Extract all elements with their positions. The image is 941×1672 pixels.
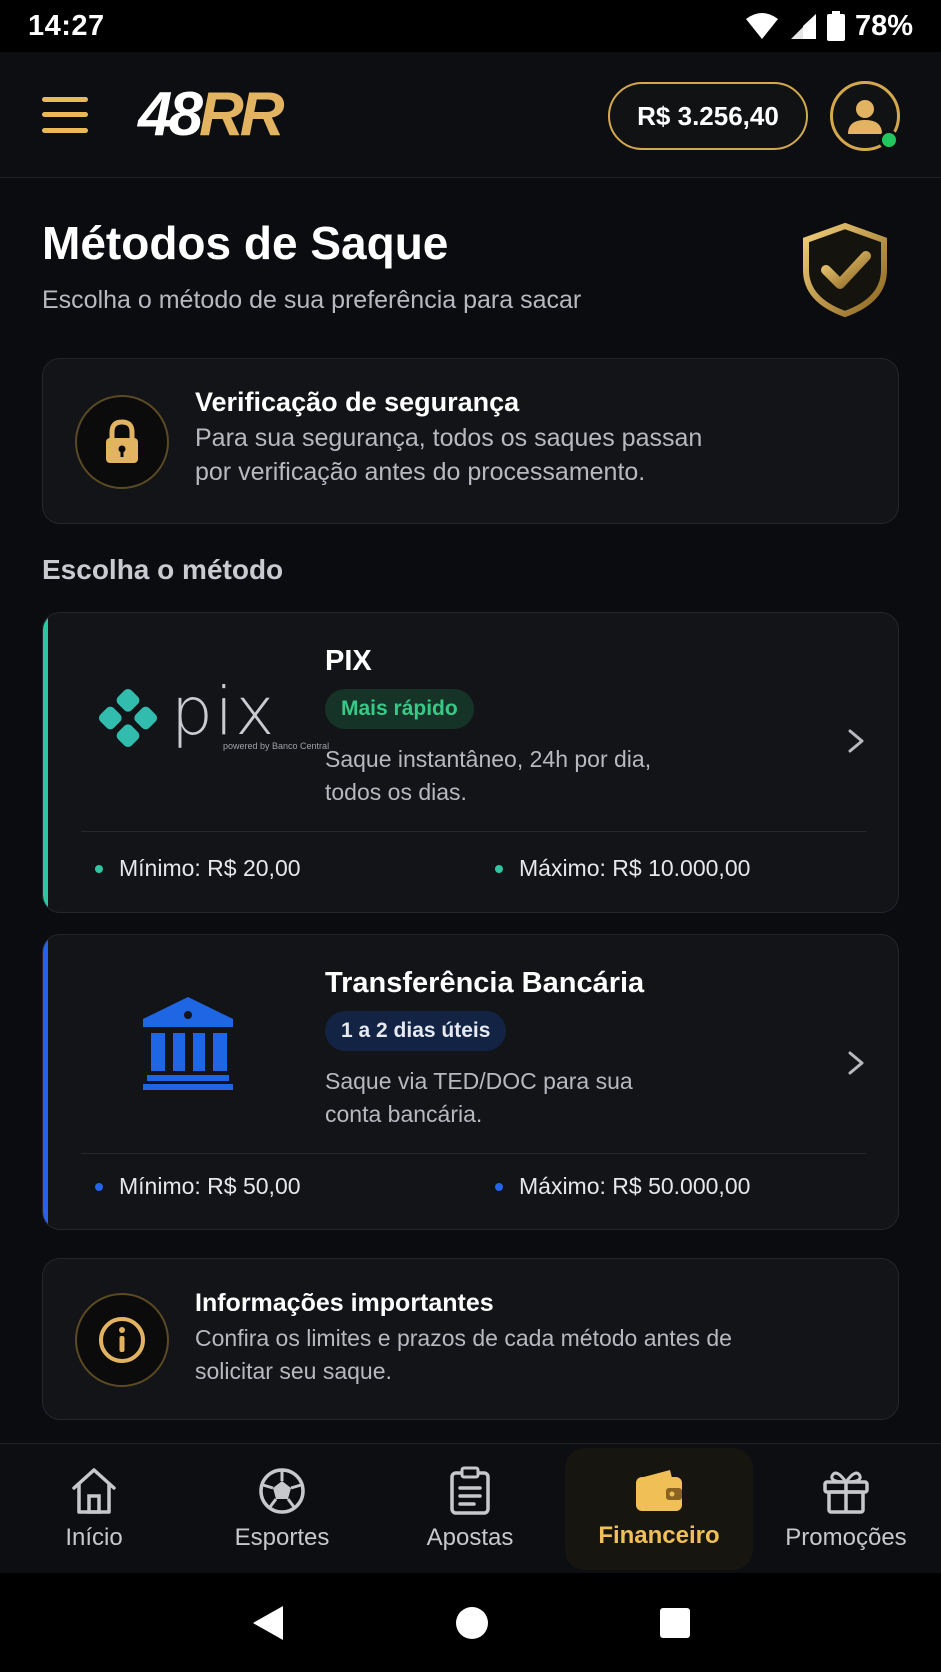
pix-accent-stripe <box>43 613 48 912</box>
app-logo[interactable]: 48RR <box>138 79 285 150</box>
bank-max-limit: Máximo: R$ 50.000,00 <box>495 1173 750 1200</box>
info-icon-badge <box>75 1293 169 1387</box>
avatar[interactable] <box>830 81 900 151</box>
pix-min-limit: Mínimo: R$ 20,00 <box>95 855 301 882</box>
bank-description: Saque via TED/DOC para sua conta bancári… <box>325 1065 685 1131</box>
section-label-methods: Escolha o método <box>42 554 284 585</box>
bank-building-icon <box>143 997 233 1090</box>
bank-badge: 1 a 2 dias úteis <box>325 1011 507 1051</box>
pix-logo-text: pix <box>171 673 277 750</box>
info-icon <box>99 1317 145 1363</box>
pix-desc-line-1: Saque instantâneo, 24h por dia, <box>325 746 652 772</box>
pix-diamond-icon <box>98 688 158 748</box>
page-title: Métodos de Saque <box>42 217 449 269</box>
wallet-icon <box>636 1470 682 1511</box>
pix-divider <box>81 831 866 832</box>
important-info-card: Informações importantes Confira os limit… <box>42 1258 899 1420</box>
nav-item-financeiro[interactable]: Financeiro <box>565 1448 753 1570</box>
method-card-pix[interactable]: pix powered by Banco Central PIX Mais rá… <box>42 612 899 913</box>
pix-min-text: Mínimo: R$ 20,00 <box>119 855 301 881</box>
menu-icon[interactable] <box>42 96 88 133</box>
nav-item-promocoes[interactable]: Promoções <box>752 1444 940 1574</box>
bottom-navigation: Início Esportes Apostas Financeiro Promo… <box>0 1443 941 1573</box>
pix-logo-caption: powered by Banco Central <box>223 741 330 751</box>
bank-desc-line-1: Saque via TED/DOC para sua <box>325 1068 633 1094</box>
gift-icon <box>823 1471 869 1514</box>
chevron-right-icon[interactable] <box>844 723 868 759</box>
bank-max-bullet <box>495 1182 503 1191</box>
recents-square-icon[interactable] <box>659 1607 691 1639</box>
clipboard-icon <box>450 1466 490 1515</box>
bank-min-limit: Mínimo: R$ 50,00 <box>95 1173 301 1200</box>
balance-button[interactable]: R$ 3.256,40 <box>608 82 808 150</box>
home-circle-icon[interactable] <box>455 1606 489 1640</box>
nav-label-esportes: Esportes <box>234 1524 330 1551</box>
battery-icon <box>826 11 845 41</box>
pix-badge: Mais rápido <box>325 689 474 729</box>
shield-check-icon <box>803 222 887 318</box>
pix-desc-line-2: todos os dias. <box>325 779 467 805</box>
bank-accent-stripe <box>43 935 48 1229</box>
online-status-dot <box>879 130 899 150</box>
bank-min-bullet <box>95 1182 103 1191</box>
logo-text-white: 48 <box>138 80 203 149</box>
bank-min-text: Mínimo: R$ 50,00 <box>119 1173 301 1199</box>
security-card: Verificação de segurança Para sua segura… <box>42 358 899 524</box>
bank-desc-line-2: conta bancária. <box>325 1101 483 1127</box>
chevron-right-icon[interactable] <box>844 1045 868 1081</box>
bank-max-text: Máximo: R$ 50.000,00 <box>519 1173 751 1199</box>
bank-divider <box>81 1153 866 1154</box>
status-icons: 78% <box>745 10 913 43</box>
app-header: 48RR R$ 3.256,40 <box>0 52 941 178</box>
page-subtitle: Escolha o método de sua preferência para… <box>42 286 582 314</box>
status-bar: 14:27 78% <box>0 0 941 52</box>
nav-item-inicio[interactable]: Início <box>0 1444 188 1574</box>
nav-label-inicio: Início <box>65 1524 123 1551</box>
pix-min-bullet <box>95 864 103 873</box>
lock-icon-badge <box>75 395 169 489</box>
info-line-2: solicitar seu saque. <box>195 1358 392 1384</box>
system-navigation-bar <box>0 1573 941 1672</box>
logo-text-gold: RR <box>198 80 285 149</box>
pix-title: PIX <box>325 645 372 677</box>
method-card-bank-transfer[interactable]: Transferência Bancária 1 a 2 dias úteis … <box>42 934 899 1230</box>
pix-logo: pix powered by Banco Central <box>95 673 329 759</box>
nav-item-apostas[interactable]: Apostas <box>376 1444 564 1574</box>
lock-icon <box>106 419 138 463</box>
security-line-1: Para sua segurança, todos os saques pass… <box>195 424 703 452</box>
home-icon <box>72 1468 116 1514</box>
pix-max-limit: Máximo: R$ 10.000,00 <box>495 855 750 882</box>
security-line-2: por verificação antes do processamento. <box>195 458 646 486</box>
info-title: Informações importantes <box>195 1289 494 1317</box>
nav-item-esportes[interactable]: Esportes <box>188 1444 376 1574</box>
status-time: 14:27 <box>28 9 105 42</box>
security-title: Verificação de segurança <box>195 387 520 417</box>
back-icon[interactable] <box>251 1604 285 1642</box>
wifi-icon <box>745 13 778 39</box>
bank-title: Transferência Bancária <box>325 967 645 999</box>
signal-icon <box>790 14 816 39</box>
nav-label-apostas: Apostas <box>426 1524 514 1551</box>
nav-label-financeiro: Financeiro <box>598 1522 720 1549</box>
battery-percent: 78% <box>854 9 913 42</box>
pix-description: Saque instantâneo, 24h por dia, todos os… <box>325 743 685 809</box>
nav-label-promocoes: Promoções <box>785 1524 907 1551</box>
user-icon <box>848 100 882 134</box>
info-line-1: Confira os limites e prazos de cada méto… <box>195 1325 732 1351</box>
soccer-ball-icon <box>259 1468 305 1514</box>
pix-max-text: Máximo: R$ 10.000,00 <box>519 855 751 881</box>
pix-max-bullet <box>495 864 503 873</box>
